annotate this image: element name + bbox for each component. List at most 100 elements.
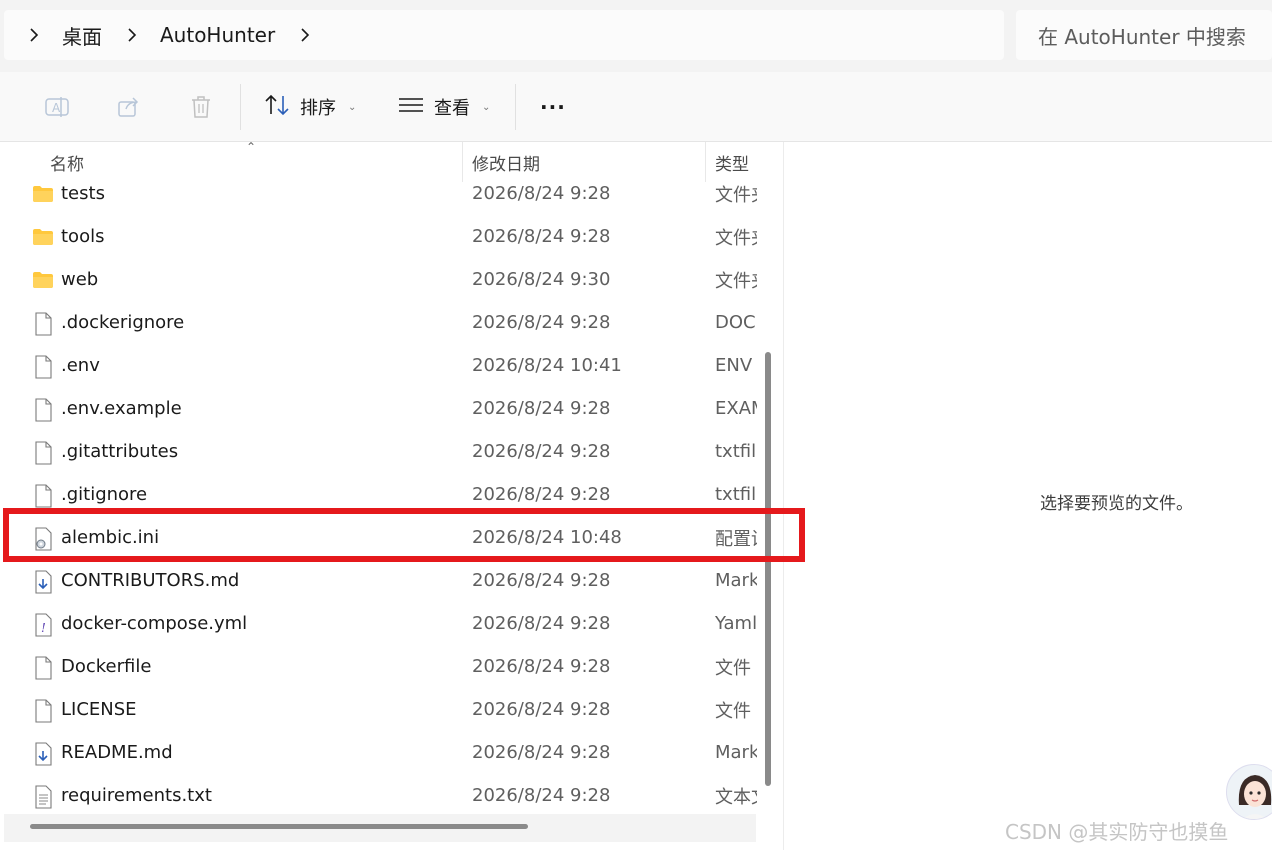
file-row[interactable]: README.md 2026/8/24 9:28 Markdown bbox=[0, 731, 757, 774]
file-name: .env bbox=[61, 355, 100, 376]
chevron-right-icon[interactable] bbox=[126, 28, 140, 42]
file-row[interactable]: LICENSE 2026/8/24 9:28 文件 bbox=[0, 688, 757, 731]
folder-icon bbox=[32, 226, 54, 248]
file-modified-date: 2026/8/24 10:48 bbox=[472, 527, 622, 548]
file-name: alembic.ini bbox=[61, 527, 160, 548]
yaml-file-icon: ! bbox=[32, 613, 54, 637]
chevron-right-icon[interactable] bbox=[28, 28, 42, 42]
folder-icon bbox=[32, 183, 54, 205]
file-modified-date: 2026/8/24 9:28 bbox=[472, 226, 611, 247]
file-icon bbox=[32, 656, 54, 680]
command-bar: A 排序 ⌄ 查看 ⌄ ··· bbox=[0, 72, 1272, 142]
file-type: 配置设置 bbox=[715, 528, 757, 550]
svg-text:!: ! bbox=[41, 621, 46, 635]
file-modified-date: 2026/8/24 9:28 bbox=[472, 484, 611, 505]
view-button[interactable]: 查看 ⌄ bbox=[398, 90, 490, 124]
file-modified-date: 2026/8/24 10:41 bbox=[472, 355, 622, 376]
config-file-icon bbox=[32, 527, 54, 551]
file-type: 文件夹 bbox=[715, 270, 757, 292]
file-row[interactable]: .gitignore 2026/8/24 9:28 txtfile bbox=[0, 473, 757, 516]
file-modified-date: 2026/8/24 9:28 bbox=[472, 183, 611, 204]
toolbar-divider bbox=[240, 84, 241, 130]
file-icon bbox=[32, 699, 54, 723]
file-row[interactable]: web 2026/8/24 9:30 文件夹 bbox=[0, 258, 757, 301]
view-label: 查看 bbox=[434, 98, 470, 119]
file-modified-date: 2026/8/24 9:28 bbox=[472, 699, 611, 720]
more-options-button[interactable]: ··· bbox=[540, 90, 566, 124]
file-modified-date: 2026/8/24 9:30 bbox=[472, 269, 611, 290]
file-row[interactable]: .gitattributes 2026/8/24 9:28 txtfile bbox=[0, 430, 757, 473]
vertical-scrollbar[interactable] bbox=[765, 352, 771, 786]
search-input[interactable]: 在 AutoHunter 中搜索 bbox=[1016, 10, 1272, 60]
file-row[interactable]: CONTRIBUTORS.md 2026/8/24 9:28 Markdown bbox=[0, 559, 757, 602]
file-name: Dockerfile bbox=[61, 656, 152, 677]
file-row[interactable]: .env.example 2026/8/24 9:28 EXAMPLE bbox=[0, 387, 757, 430]
text-file-icon bbox=[32, 785, 54, 809]
sort-icon bbox=[264, 94, 290, 121]
file-modified-date: 2026/8/24 9:28 bbox=[472, 398, 611, 419]
file-name: web bbox=[61, 269, 99, 290]
file-name: tests bbox=[61, 183, 105, 204]
address-bar[interactable]: 桌面 AutoHunter bbox=[4, 10, 1004, 60]
file-name: .gitignore bbox=[61, 484, 148, 505]
file-name: .dockerignore bbox=[61, 312, 185, 333]
markdown-file-icon bbox=[32, 570, 54, 594]
file-type: DOCKERIGNORE bbox=[715, 312, 757, 333]
watermark: CSDN @其实防守也摸鱼 bbox=[1005, 820, 1229, 844]
file-modified-date: 2026/8/24 9:28 bbox=[472, 785, 611, 806]
toolbar-divider bbox=[515, 84, 516, 130]
file-type: EXAMPLE bbox=[715, 398, 757, 419]
file-type: txtfile bbox=[715, 441, 757, 462]
file-type: Markdown bbox=[715, 742, 757, 763]
file-type: txtfile bbox=[715, 484, 757, 505]
file-type: 文件 bbox=[715, 657, 751, 679]
folder-icon bbox=[32, 269, 54, 291]
file-name: docker-compose.yml bbox=[61, 613, 248, 634]
share-icon[interactable] bbox=[114, 92, 144, 122]
file-type: ENV bbox=[715, 355, 753, 376]
file-type: 文件 bbox=[715, 700, 751, 722]
file-icon bbox=[32, 441, 54, 465]
markdown-file-icon bbox=[32, 742, 54, 766]
file-row[interactable]: ! docker-compose.yml 2026/8/24 9:28 Yaml bbox=[0, 602, 757, 645]
chevron-down-icon: ⌄ bbox=[482, 101, 491, 113]
file-row[interactable]: .env 2026/8/24 10:41 ENV bbox=[0, 344, 757, 387]
file-name: tools bbox=[61, 226, 105, 247]
file-modified-date: 2026/8/24 9:28 bbox=[472, 441, 611, 462]
file-icon bbox=[32, 312, 54, 336]
file-type: Yaml bbox=[715, 613, 757, 634]
sort-button[interactable]: 排序 ⌄ bbox=[264, 90, 356, 124]
breadcrumb-autohunter[interactable]: AutoHunter bbox=[160, 23, 275, 47]
chevron-right-icon[interactable] bbox=[299, 28, 313, 42]
avatar bbox=[1226, 764, 1272, 820]
breadcrumb-desktop[interactable]: 桌面 bbox=[62, 21, 102, 50]
file-name: CONTRIBUTORS.md bbox=[61, 570, 240, 591]
rename-icon[interactable]: A bbox=[42, 92, 72, 122]
file-list: ⌃ 名称 修改日期 类型 tests2026/8/24 9:28文件夹tools… bbox=[0, 140, 784, 850]
file-rows: tests 2026/8/24 9:28 文件夹 tools 2026/8/24 9:2… bbox=[0, 172, 757, 817]
file-icon bbox=[32, 355, 54, 379]
file-row[interactable]: alembic.ini 2026/8/24 10:48 配置设置 bbox=[0, 516, 757, 559]
file-type: 文件夹 bbox=[715, 184, 757, 206]
file-row[interactable]: tests 2026/8/24 9:28 文件夹 bbox=[0, 172, 757, 215]
file-name: .gitattributes bbox=[61, 441, 179, 462]
file-row[interactable]: Dockerfile 2026/8/24 9:28 文件 bbox=[0, 645, 757, 688]
file-row[interactable]: .dockerignore 2026/8/24 9:28 DOCKERIGNORE bbox=[0, 301, 757, 344]
file-icon bbox=[32, 398, 54, 422]
file-modified-date: 2026/8/24 9:28 bbox=[472, 312, 611, 333]
file-modified-date: 2026/8/24 9:28 bbox=[472, 613, 611, 634]
file-row[interactable]: tools 2026/8/24 9:28 文件夹 bbox=[0, 215, 757, 258]
sort-ascending-icon: ⌃ bbox=[246, 140, 257, 154]
delete-icon[interactable] bbox=[186, 92, 216, 122]
file-icon bbox=[32, 484, 54, 508]
file-name: LICENSE bbox=[61, 699, 137, 720]
address-row: 桌面 AutoHunter 在 AutoHunter 中搜索 bbox=[0, 0, 1272, 72]
file-modified-date: 2026/8/24 9:28 bbox=[472, 742, 611, 763]
list-view-icon bbox=[398, 96, 424, 119]
svg-text:A: A bbox=[52, 101, 61, 115]
file-name: README.md bbox=[61, 742, 173, 763]
file-row[interactable]: requirements.txt 2026/8/24 9:28 文本文档 bbox=[0, 774, 757, 817]
file-name: requirements.txt bbox=[61, 785, 212, 806]
file-type: Markdown bbox=[715, 570, 757, 591]
horizontal-scrollbar[interactable] bbox=[30, 824, 528, 829]
